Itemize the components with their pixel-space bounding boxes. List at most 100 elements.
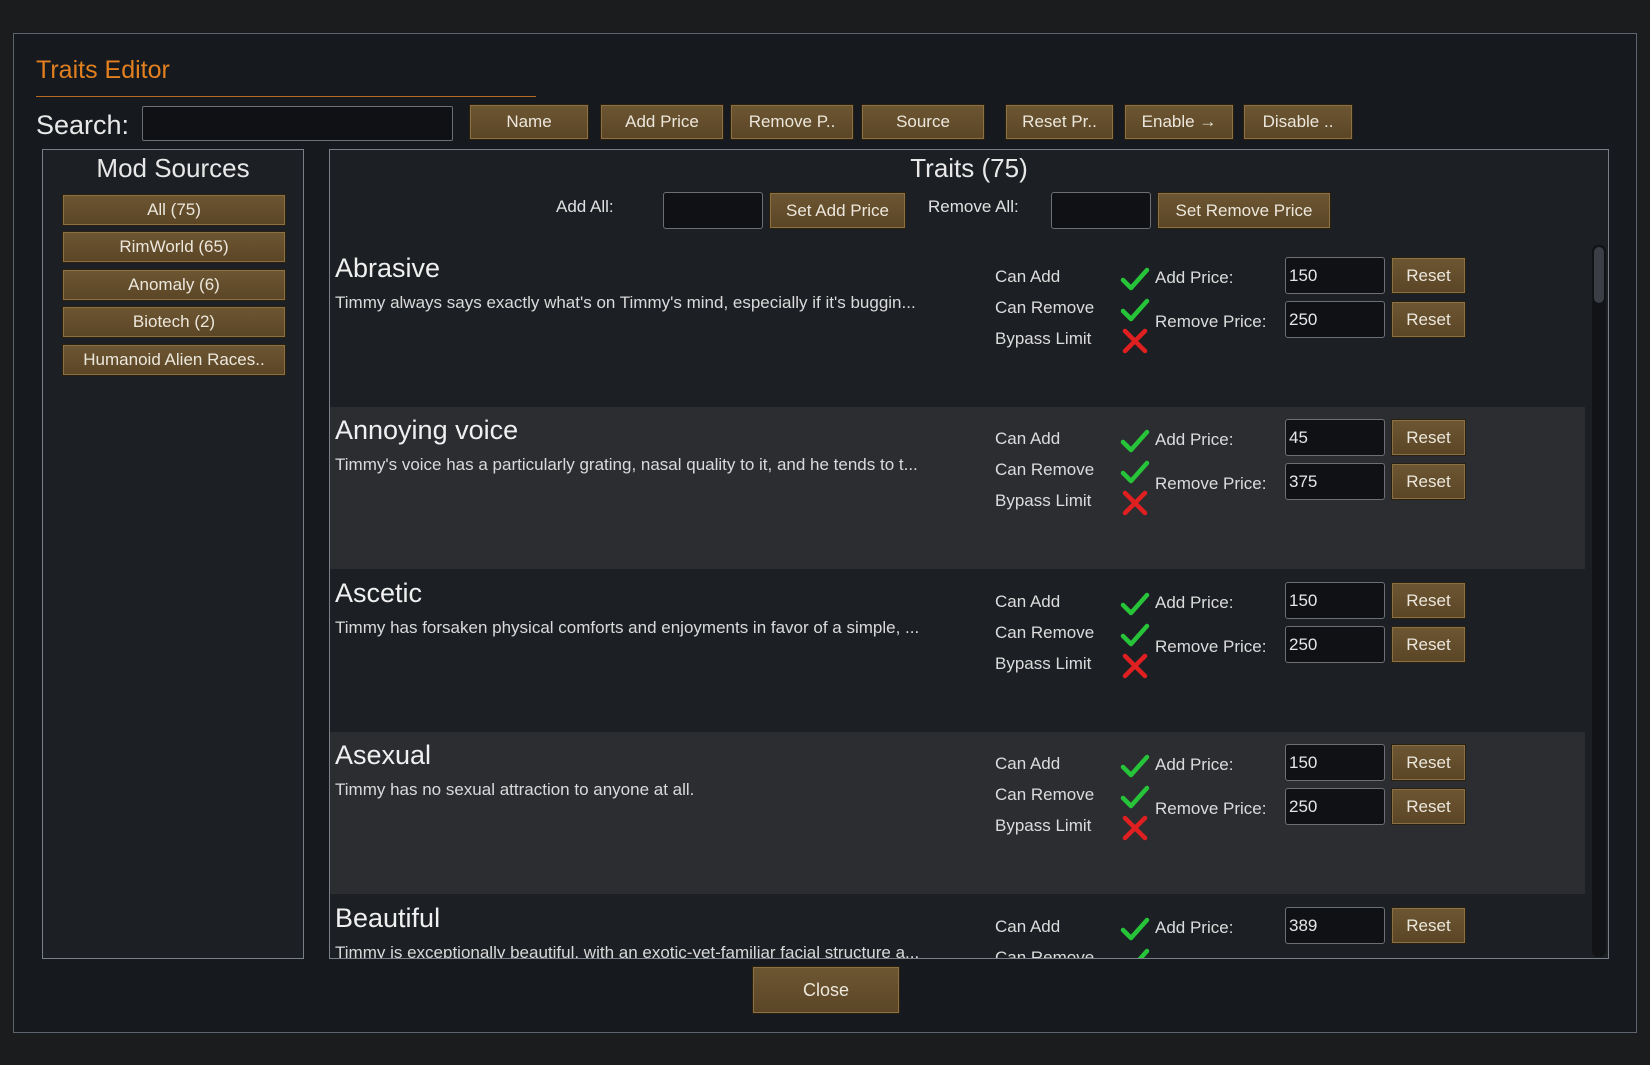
- reset-remove-price-button[interactable]: Reset: [1391, 626, 1466, 663]
- remove-all-input[interactable]: [1051, 192, 1151, 229]
- can-remove-label: Can Remove: [995, 298, 1095, 317]
- reset-remove-price-button[interactable]: Reset: [1391, 301, 1466, 338]
- sort-add-price-button[interactable]: Add Price: [600, 104, 724, 140]
- title-underline: [36, 96, 536, 97]
- trait-name: Abrasive: [335, 253, 441, 283]
- reset-add-price-button[interactable]: Reset: [1391, 907, 1466, 944]
- can-remove-label: Can Remove: [995, 623, 1095, 642]
- traits-list: Abrasive Timmy always says exactly what'…: [330, 245, 1590, 958]
- bypass-limit-cross-icon[interactable]: [1120, 489, 1150, 517]
- sort-remove-price-button[interactable]: Remove P..: [730, 104, 854, 140]
- trait-name: Beautiful: [335, 903, 441, 933]
- can-remove-check-icon[interactable]: [1120, 783, 1150, 811]
- add-all-label: Add All:: [556, 197, 614, 216]
- remove-price-input[interactable]: [1285, 788, 1385, 825]
- can-add-label: Can Add: [995, 592, 1061, 611]
- reset-remove-price-button[interactable]: Reset: [1391, 463, 1466, 500]
- source-item-anomaly[interactable]: Anomaly (6): [62, 269, 286, 301]
- mod-sources-title: Mod Sources: [96, 153, 250, 183]
- set-add-price-button[interactable]: Set Add Price: [769, 192, 906, 229]
- add-price-input[interactable]: [1285, 907, 1385, 944]
- add-price-label: Add Price:: [1155, 593, 1234, 612]
- bypass-limit-label: Bypass Limit: [995, 816, 1092, 835]
- remove-price-input[interactable]: [1285, 301, 1385, 338]
- can-remove-check-icon[interactable]: [1120, 946, 1150, 958]
- search-input[interactable]: [142, 106, 453, 141]
- remove-price-label: Remove Price:: [1155, 637, 1267, 656]
- reset-remove-price-button[interactable]: Reset: [1391, 788, 1466, 825]
- mod-sources-panel: Mod Sources All (75) RimWorld (65) Anoma…: [42, 149, 304, 959]
- bypass-limit-cross-icon[interactable]: [1120, 652, 1150, 680]
- trait-description: Timmy has no sexual attraction to anyone…: [335, 780, 695, 799]
- reset-add-price-button[interactable]: Reset: [1391, 582, 1466, 619]
- add-price-input[interactable]: [1285, 419, 1385, 456]
- trait-name: Ascetic: [335, 578, 423, 608]
- sort-name-button[interactable]: Name: [469, 104, 589, 140]
- sort-source-button[interactable]: Source: [861, 104, 985, 140]
- remove-price-input[interactable]: [1285, 626, 1385, 663]
- can-add-label: Can Add: [995, 267, 1061, 286]
- add-price-label: Add Price:: [1155, 755, 1234, 774]
- reset-add-price-button[interactable]: Reset: [1391, 744, 1466, 781]
- trait-row: Beautiful Timmy is exceptionally beautif…: [330, 895, 1585, 958]
- trait-description: Timmy's voice has a particularly grating…: [335, 455, 918, 474]
- set-remove-price-button[interactable]: Set Remove Price: [1157, 192, 1331, 229]
- disable-button[interactable]: Disable ..: [1243, 104, 1353, 140]
- can-remove-label: Can Remove: [995, 460, 1095, 479]
- can-remove-check-icon[interactable]: [1120, 621, 1150, 649]
- add-price-input[interactable]: [1285, 257, 1385, 294]
- trait-name: Annoying voice: [335, 415, 519, 445]
- window-title: Traits Editor: [36, 56, 170, 84]
- can-add-check-icon[interactable]: [1120, 752, 1150, 780]
- can-add-check-icon[interactable]: [1120, 590, 1150, 618]
- add-price-input[interactable]: [1285, 582, 1385, 619]
- can-add-label: Can Add: [995, 429, 1061, 448]
- trait-row: Asexual Timmy has no sexual attraction t…: [330, 732, 1585, 894]
- bypass-limit-cross-icon[interactable]: [1120, 327, 1150, 355]
- source-item-rimworld[interactable]: RimWorld (65): [62, 231, 286, 263]
- reset-add-price-button[interactable]: Reset: [1391, 419, 1466, 456]
- source-item-humanoid-alien-races[interactable]: Humanoid Alien Races..: [62, 344, 286, 376]
- trait-description: Timmy is exceptionally beautiful, with a…: [335, 943, 920, 958]
- bypass-limit-label: Bypass Limit: [995, 329, 1092, 348]
- traits-scrollbar[interactable]: [1592, 245, 1606, 957]
- traits-scrollbar-thumb[interactable]: [1594, 247, 1604, 303]
- trait-row: Abrasive Timmy always says exactly what'…: [330, 245, 1585, 407]
- close-button[interactable]: Close: [752, 966, 900, 1014]
- can-remove-check-icon[interactable]: [1120, 458, 1150, 486]
- can-add-check-icon[interactable]: [1120, 427, 1150, 455]
- bypass-limit-cross-icon[interactable]: [1120, 814, 1150, 842]
- search-label: Search:: [36, 110, 130, 140]
- remove-price-label: Remove Price:: [1155, 474, 1267, 493]
- can-add-label: Can Add: [995, 917, 1061, 936]
- add-price-label: Add Price:: [1155, 268, 1234, 287]
- remove-price-label: Remove Price:: [1155, 312, 1267, 331]
- bypass-limit-label: Bypass Limit: [995, 491, 1092, 510]
- can-add-check-icon[interactable]: [1120, 265, 1150, 293]
- remove-price-label: Remove Price:: [1155, 799, 1267, 818]
- can-add-label: Can Add: [995, 754, 1061, 773]
- trait-description: Timmy has forsaken physical comforts and…: [335, 618, 920, 637]
- reset-prices-button[interactable]: Reset Pr..: [1005, 104, 1114, 140]
- can-remove-check-icon[interactable]: [1120, 296, 1150, 324]
- trait-description: Timmy always says exactly what's on Timm…: [335, 293, 916, 312]
- traits-title: Traits (75): [910, 153, 1028, 183]
- trait-name: Asexual: [335, 740, 432, 770]
- reset-add-price-button[interactable]: Reset: [1391, 257, 1466, 294]
- bypass-limit-label: Bypass Limit: [995, 654, 1092, 673]
- add-price-label: Add Price:: [1155, 918, 1234, 937]
- remove-price-input[interactable]: [1285, 463, 1385, 500]
- add-all-input[interactable]: [663, 192, 763, 229]
- can-remove-label: Can Remove: [995, 948, 1095, 958]
- source-item-biotech[interactable]: Biotech (2): [62, 306, 286, 338]
- add-price-label: Add Price:: [1155, 430, 1234, 449]
- remove-all-label: Remove All:: [928, 197, 1019, 216]
- trait-row: Annoying voice Timmy's voice has a parti…: [330, 407, 1585, 569]
- can-add-check-icon[interactable]: [1120, 915, 1150, 943]
- traits-editor-window: Traits Editor Search: Name Add Price Rem…: [13, 33, 1637, 1033]
- can-remove-label: Can Remove: [995, 785, 1095, 804]
- enable-button[interactable]: Enable →: [1124, 104, 1234, 140]
- trait-row: Ascetic Timmy has forsaken physical comf…: [330, 570, 1585, 732]
- source-item-all[interactable]: All (75): [62, 194, 286, 226]
- add-price-input[interactable]: [1285, 744, 1385, 781]
